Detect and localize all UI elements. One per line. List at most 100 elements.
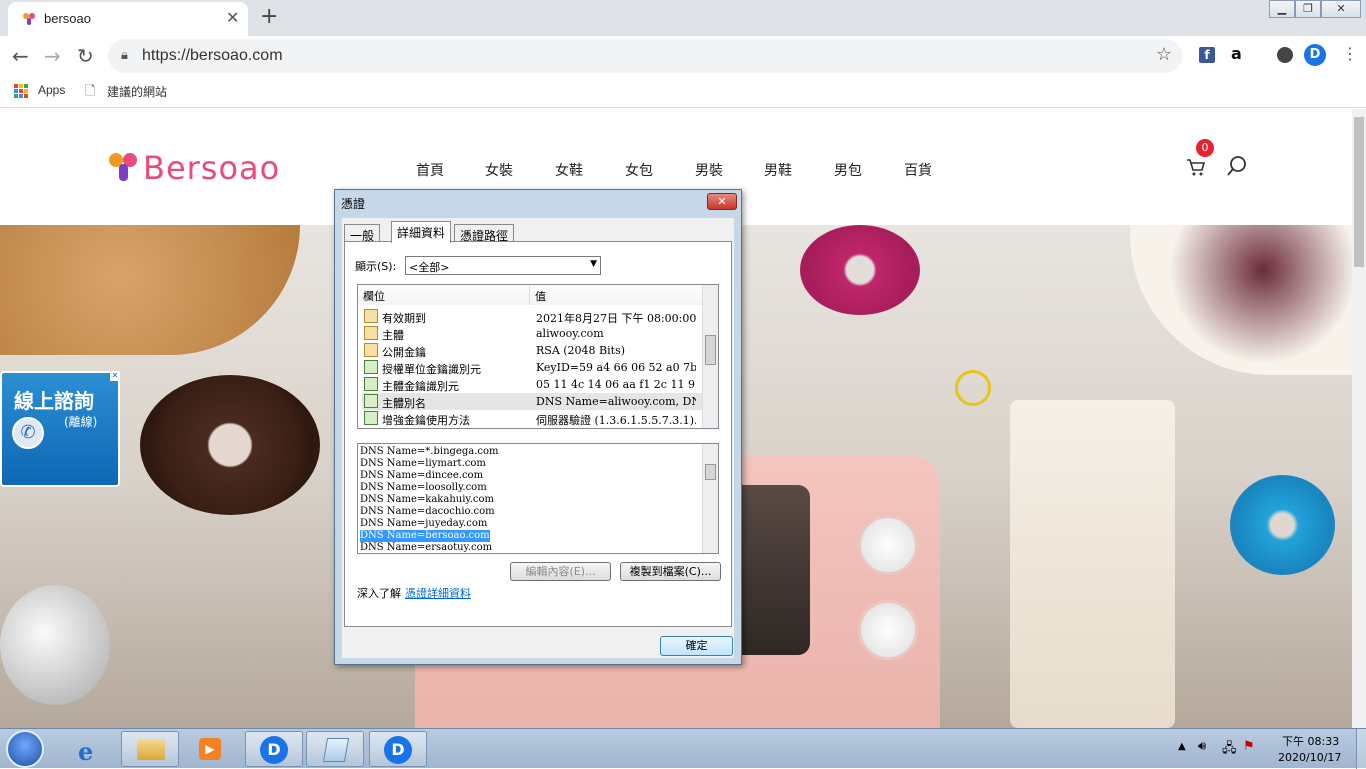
nav-home[interactable]: 首頁: [416, 160, 444, 180]
tab-details[interactable]: 詳細資料: [391, 221, 452, 243]
cart-icon[interactable]: [1186, 157, 1206, 177]
spoon-image: [0, 585, 110, 705]
dialog-body: 一般 詳細資料 憑證路徑 顯示(S): <全部> ▼ 欄位 值 有效期到 2021…: [342, 218, 734, 658]
field-list[interactable]: 欄位 值 有效期到 2021年8月27日 下午 08:00:00 主體 aliwoo…: [357, 284, 719, 429]
media-player-icon[interactable]: ▶: [181, 731, 239, 767]
clock-date[interactable]: 2020/10/17: [1278, 751, 1341, 764]
dns-name-line: DNS Name=loosolly.com: [360, 482, 487, 493]
forward-icon[interactable]: →: [44, 44, 61, 68]
bersoao-logo-icon[interactable]: [108, 152, 138, 182]
menu-icon[interactable]: ⋮: [1342, 44, 1358, 63]
column-header-field[interactable]: 欄位: [358, 285, 530, 305]
taskbar-d-app-icon[interactable]: D: [245, 731, 303, 767]
bookmark-star-icon[interactable]: ☆: [1156, 44, 1172, 65]
value-detail-box[interactable]: DNS Name=*.bingega.com DNS Name=liymart.…: [357, 443, 719, 554]
facebook-extension-icon[interactable]: f: [1199, 47, 1215, 63]
certificate-extension-icon: [364, 377, 378, 391]
recipe-board-image: [1010, 400, 1175, 728]
page-icon: 🗋: [85, 84, 96, 99]
scrollbar-thumb[interactable]: [705, 335, 716, 365]
value-box-scrollbar[interactable]: [702, 444, 718, 553]
chat-close-icon[interactable]: ✕: [110, 371, 120, 381]
dns-name-line: DNS Name=*.bingega.com: [360, 446, 499, 457]
apps-grid-icon[interactable]: [14, 84, 28, 98]
list-item[interactable]: 公開金鑰 RSA (2048 Bits): [362, 342, 702, 359]
window-close-button[interactable]: ✕: [1321, 0, 1361, 18]
back-icon[interactable]: ←: [12, 44, 29, 68]
maximize-button[interactable]: ❐: [1295, 0, 1321, 18]
search-icon[interactable]: [1226, 155, 1248, 177]
pink-donut-image: [800, 225, 920, 315]
nav-mens-clothing[interactable]: 男裝: [695, 160, 723, 180]
new-tab-icon[interactable]: +: [260, 4, 278, 29]
site-logo-text[interactable]: Bersoao: [143, 149, 280, 187]
bookmarks-bar: Apps 🗋 建議的網站: [0, 76, 1366, 108]
certificate-dialog: 憑證 ✕ 一般 詳細資料 憑證路徑 顯示(S): <全部> ▼ 欄位 值 有效期…: [334, 189, 742, 665]
profile-icon[interactable]: [1277, 47, 1293, 63]
ok-button[interactable]: 確定: [660, 636, 733, 656]
dns-name-line: DNS Name=ersaotuy.com: [360, 542, 493, 553]
list-item[interactable]: 主體 aliwooy.com: [362, 325, 702, 342]
bookmark-apps[interactable]: Apps: [38, 83, 65, 97]
taskbar-d-app-icon-2[interactable]: D: [369, 731, 427, 767]
url-text[interactable]: https://bersoao.com: [142, 47, 283, 65]
show-desktop-button[interactable]: [1356, 729, 1366, 769]
oven-dial-bottom: [858, 600, 918, 660]
notepad-icon[interactable]: [306, 731, 364, 767]
list-item[interactable]: 授權單位金鑰識別元KeyID=59 a4 66 06 52 a0 7b 9...: [362, 359, 702, 376]
network-icon[interactable]: 🖧: [1222, 739, 1237, 761]
dns-name-line: DNS Name=dincee.com: [360, 470, 484, 481]
clock-time[interactable]: 下午 08:33: [1282, 733, 1339, 749]
start-button[interactable]: [6, 730, 44, 768]
dns-name-line: DNS Name=dacochio.com: [360, 506, 495, 517]
volume-icon[interactable]: 🔊︎: [1198, 739, 1206, 754]
scrollbar-thumb[interactable]: [705, 464, 716, 480]
certificate-extension-icon: [364, 411, 378, 425]
file-explorer-icon[interactable]: [121, 731, 179, 767]
bookmark-suggested-sites[interactable]: 建議的網站: [107, 83, 167, 100]
edit-properties-button[interactable]: 編輯內容(E)...: [510, 562, 611, 581]
list-item[interactable]: 主體金鑰識別元05 11 4c 14 06 aa f1 2c 11 97 0..…: [362, 376, 702, 393]
dialog-close-button[interactable]: ✕: [707, 193, 737, 210]
certificate-field-icon: [364, 326, 378, 340]
extension-d-icon[interactable]: D: [1304, 44, 1326, 66]
reload-icon[interactable]: ↻: [77, 44, 94, 68]
certificate-details-link[interactable]: 憑證詳細資料: [405, 585, 471, 601]
cookie-plate-image: [0, 225, 300, 355]
yellow-ring-decoration: [955, 370, 991, 406]
nav-womens-bags[interactable]: 女包: [625, 160, 653, 180]
nav-womens-clothing[interactable]: 女裝: [485, 160, 513, 180]
nav-general-goods[interactable]: 百貨: [904, 160, 932, 180]
action-center-icon[interactable]: ⚑: [1243, 739, 1255, 754]
page-scrollbar[interactable]: [1352, 109, 1366, 728]
show-dropdown[interactable]: <全部> ▼: [405, 256, 601, 275]
show-dropdown-value: <全部>: [409, 261, 450, 274]
field-list-scrollbar[interactable]: [702, 285, 718, 428]
lock-icon[interactable]: 🔒︎: [121, 48, 128, 63]
dns-name-line: DNS Name=juyeday.com: [360, 518, 488, 529]
close-tab-icon[interactable]: ✕: [226, 8, 239, 27]
show-hidden-icons[interactable]: ▲: [1178, 741, 1186, 752]
online-chat-widget[interactable]: 線上諮詢 (離線) ✆ ✕: [0, 371, 120, 487]
nav-womens-shoes[interactable]: 女鞋: [555, 160, 583, 180]
browser-tab[interactable]: bersoao ✕: [8, 2, 248, 36]
column-header-value[interactable]: 值: [530, 285, 704, 305]
certificate-extension-icon: [364, 360, 378, 374]
scrollbar-thumb[interactable]: [1354, 117, 1364, 267]
phone-icon: ✆: [12, 417, 44, 449]
copy-to-file-button[interactable]: 複製到檔案(C)...: [620, 562, 721, 581]
chat-status: (離線): [64, 415, 98, 429]
list-item[interactable]: 有效期到 2021年8月27日 下午 08:00:00: [362, 308, 702, 325]
list-item-selected[interactable]: 主體別名DNS Name=aliwooy.com, DNS ...: [362, 393, 702, 410]
nav-mens-bags[interactable]: 男包: [834, 160, 862, 180]
internet-explorer-icon[interactable]: e: [61, 731, 119, 767]
dns-name-line-selected: DNS Name=bersoao.com: [360, 530, 490, 542]
nav-mens-shoes[interactable]: 男鞋: [764, 160, 792, 180]
dns-name-line: DNS Name=liymart.com: [360, 458, 486, 469]
learn-more-text: 深入了解: [357, 587, 401, 600]
minimize-button[interactable]: ▁: [1269, 0, 1295, 18]
address-bar[interactable]: 🔒︎ https://bersoao.com ☆: [108, 39, 1182, 73]
list-item[interactable]: 增強金鑰使用方法 伺服器驗證 (1.3.6.1.5.5.7.3.1)...: [362, 410, 702, 427]
amazon-extension-icon[interactable]: a: [1231, 44, 1242, 63]
certificate-field-icon: [364, 309, 378, 323]
